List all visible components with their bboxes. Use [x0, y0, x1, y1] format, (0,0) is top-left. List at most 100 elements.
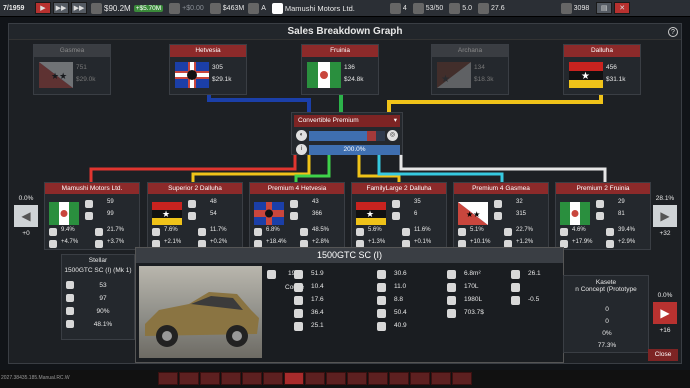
- close-button[interactable]: Close: [648, 349, 678, 361]
- loan-icon: [169, 2, 181, 14]
- pct-bar: 200.0%: [309, 144, 400, 155]
- next-arrow-button-2[interactable]: ▶: [653, 302, 677, 324]
- prev-arrow-button[interactable]: ◀: [14, 205, 38, 227]
- competitor-f: +0.1%: [414, 239, 432, 245]
- company-name: Mamushi Motors Ltd.: [284, 3, 355, 13]
- country-card-gasmea[interactable]: Gasmea ★★ 751 $29.0k: [33, 44, 111, 95]
- hq-tab-icon[interactable]: [242, 372, 262, 385]
- popup-stat: 50.4: [394, 309, 407, 316]
- competitor-f: +2.9%: [618, 239, 636, 245]
- country-card-fruinia[interactable]: Fruinia 136 $24.8k: [301, 44, 379, 95]
- dollar-icon: [91, 2, 102, 14]
- comfort-icon: [511, 296, 520, 305]
- svg-text:★: ★: [441, 74, 450, 85]
- stats-tab-icon[interactable]: [431, 372, 451, 385]
- target-icon: ◎: [387, 130, 398, 141]
- competitor-d: 48.5%: [312, 227, 330, 233]
- research-tab-icon[interactable]: [221, 372, 241, 385]
- trophy-tab-icon[interactable]: [452, 372, 472, 385]
- car-tab-icon[interactable]: [200, 372, 220, 385]
- factory-tab-icon[interactable]: [158, 372, 178, 385]
- settings-tab-icon[interactable]: [410, 372, 430, 385]
- competitor-card[interactable]: Premium 2 Fruinia 29 81 4.6% 39.4% +17.9% +2.9…: [555, 182, 651, 250]
- country-price: $29.1k: [212, 76, 232, 83]
- stellar-card[interactable]: Stellar 1500GTC SC (I) (Mk 1) 53 97 90% …: [61, 254, 135, 340]
- competitor-e: +17.9%: [572, 239, 593, 245]
- menu-button[interactable]: ▤: [596, 2, 613, 14]
- steering-icon: [511, 283, 520, 292]
- sales-icon: [290, 200, 298, 208]
- segment-dropdown[interactable]: Convertible Premium ▾: [294, 115, 400, 127]
- country-sales: 305: [212, 64, 223, 71]
- country-card-dalluha[interactable]: Dalluha ★ 456 $31.1k: [563, 44, 641, 95]
- safety-icon: [447, 309, 456, 318]
- country-price: $18.3k: [474, 76, 494, 83]
- popup-stat: 36.4: [311, 309, 324, 316]
- country-name: Hetvesia: [170, 45, 246, 57]
- left-nav-bottom: +0: [22, 230, 30, 237]
- company-name-group[interactable]: Mamushi Motors Ltd.: [269, 0, 387, 17]
- country-sales: 136: [344, 64, 355, 71]
- close-game-button[interactable]: ✕: [614, 2, 631, 14]
- market-tab-icon[interactable]: [305, 372, 325, 385]
- arrow-right-icon: ▶: [660, 209, 670, 223]
- competitor-name: FamilyLarge 2 Dalluha: [352, 183, 446, 194]
- rating-icon: [449, 2, 461, 14]
- competitor-card[interactable]: Mamushi Motors Ltd. 59 99 9.4% 21.7% +4.7% +3.…: [44, 182, 140, 250]
- research-value: 3098: [573, 4, 590, 12]
- dollar-icon: [300, 228, 308, 236]
- country-name: Fruinia: [302, 45, 378, 57]
- competitor-name: Premium 4 Hetvesia: [250, 183, 344, 194]
- fast-forward-button[interactable]: ▶▶: [53, 2, 69, 14]
- count-value: 4: [402, 4, 407, 12]
- popup-stat: 6.8m²: [464, 270, 481, 277]
- kasete-card[interactable]: Kasete n Concept (Prototype 0 0 0% 77.3%: [563, 275, 649, 353]
- svg-text:★: ★: [581, 71, 590, 82]
- competitor-card[interactable]: Premium 4 Gasmea ★★ 32 315 5.1% 22.7% +10.1% +1…: [453, 182, 549, 250]
- engine-tab-icon[interactable]: [179, 372, 199, 385]
- chart-tab-icon[interactable]: [263, 372, 283, 385]
- competitor-d: 21.7%: [107, 227, 125, 233]
- country-card-hetvesia[interactable]: Hetvesia 305 $29.1k: [169, 44, 247, 95]
- finance-tab-icon[interactable]: [347, 372, 367, 385]
- competitor-f: +3.7%: [107, 239, 125, 245]
- sales-icon: [392, 200, 400, 208]
- competitor-card[interactable]: FamilyLarge 2 Dalluha ★ 35 6 5.6% 11.6% +1.3% +…: [351, 182, 447, 250]
- gasmea-flag-icon: ★★: [39, 62, 73, 88]
- competitor-name: Mamushi Motors Ltd.: [45, 183, 139, 194]
- grade-value: A: [261, 4, 266, 12]
- next-arrow-button[interactable]: ▶: [653, 205, 677, 227]
- target-icon: [606, 240, 614, 248]
- competitor-e: +4.7%: [61, 239, 79, 245]
- popup-stat: -0.5: [528, 296, 540, 303]
- segment-pct-row: i 200.0%: [294, 143, 400, 156]
- map-tab-icon[interactable]: [326, 372, 346, 385]
- stellar-row: 97: [66, 293, 132, 303]
- sales-tab-icon[interactable]: [284, 372, 304, 385]
- engine-icon: [377, 270, 386, 279]
- competitor-card[interactable]: Superior 2 Dalluha ★ 48 54 7.6% 11.7% +2.1% +0.…: [147, 182, 243, 250]
- dalluha-flag-icon: ★: [356, 202, 386, 225]
- quality-icon: [596, 212, 604, 220]
- top-status-bar: 7/1959 ▶ ▶▶ ▶▶ $90.2M +$5.70M +$0.00 $46…: [0, 0, 690, 17]
- fruinia-flag-icon: [307, 62, 341, 88]
- info-icon: i: [296, 144, 307, 155]
- svg-text:★★: ★★: [466, 210, 480, 219]
- right-nav-2: 0.0% ▶ +16: [651, 292, 679, 334]
- safety-icon: [294, 309, 303, 318]
- dollar-icon: [66, 320, 74, 328]
- competitor-card[interactable]: Premium 4 Hetvesia 43 366 6.8% 48.5% +18.4% +2…: [249, 182, 345, 250]
- competitor-a: 43: [312, 199, 319, 205]
- steering-icon: [377, 283, 386, 292]
- share-bar-fill: [309, 130, 367, 141]
- capacity-group: 53/50: [410, 0, 447, 17]
- company-tab-icon[interactable]: [389, 372, 409, 385]
- rating-value: 5.0: [462, 4, 473, 12]
- comfort-icon: [377, 296, 386, 305]
- news-tab-icon[interactable]: [368, 372, 388, 385]
- country-card-archana[interactable]: Archana ★ 134 $18.3k: [431, 44, 509, 95]
- skip-button[interactable]: ▶▶: [71, 2, 87, 14]
- dollar-icon: [402, 228, 410, 236]
- play-button[interactable]: ▶: [35, 2, 51, 14]
- engine-icon: [511, 270, 520, 279]
